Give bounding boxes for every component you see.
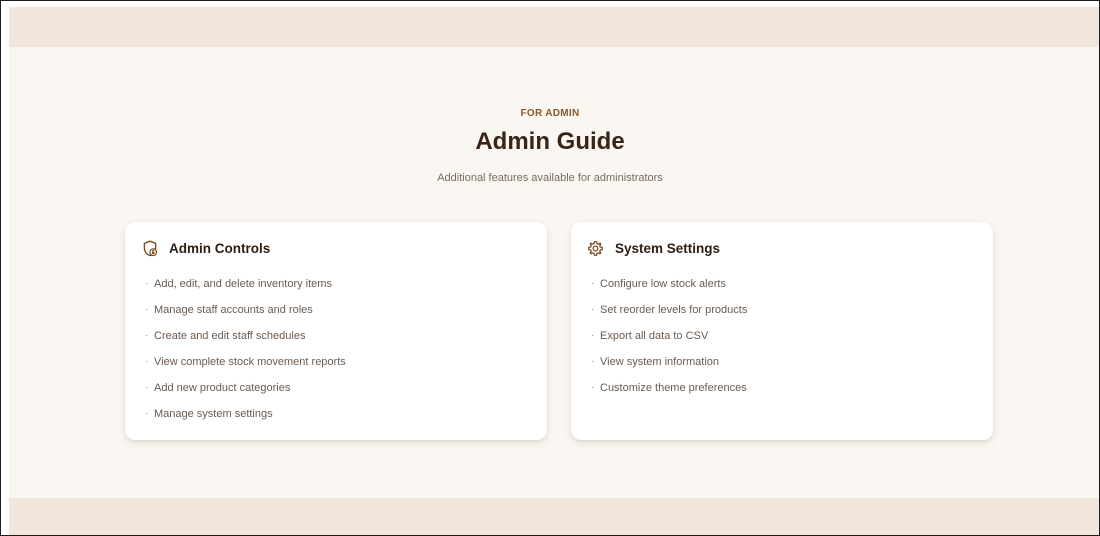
list-item-text: Customize theme preferences [600,382,747,394]
admin-controls-card: Admin Controls · Add, edit, and delete in… [125,222,547,440]
bullet-icon: · [145,382,149,393]
list-item: · Add, edit, and delete inventory items [145,275,346,301]
list-item: · Set reorder levels for products [591,301,747,327]
list-item: · Manage system settings [145,405,346,431]
system-settings-card: System Settings · Configure low stock ale… [571,222,993,440]
bullet-icon: · [145,330,149,341]
list-item-text: Configure low stock alerts [600,278,726,290]
list-item: · Export all data to CSV [591,327,747,353]
section-subtitle: Additional features available for admini… [437,172,663,184]
card-header: Admin Controls [141,240,270,257]
list-item-text: Manage staff accounts and roles [154,304,313,316]
list-item-text: Create and edit staff schedules [154,330,306,342]
bullet-icon: · [145,356,149,367]
footer-band [9,498,1099,535]
bullet-icon: · [591,304,595,315]
list-item: · Add new product categories [145,379,346,405]
card-title: System Settings [615,241,721,256]
admin-controls-list: · Add, edit, and delete inventory items ·… [145,275,346,431]
list-item-text: Add new product categories [154,382,291,394]
list-item-text: Set reorder levels for products [600,304,748,316]
shield-lock-icon [141,240,158,257]
list-item-text: Manage system settings [154,408,273,420]
bullet-icon: · [145,304,149,315]
bullet-icon: · [145,278,149,289]
list-item-text: View complete stock movement reports [154,356,346,368]
list-item: · Manage staff accounts and roles [145,301,346,327]
list-item-text: Add, edit, and delete inventory items [154,278,332,290]
list-item: · Configure low stock alerts [591,275,747,301]
list-item-text: View system information [600,356,720,368]
bullet-icon: · [591,356,595,367]
list-item-text: Export all data to CSV [600,330,709,342]
bullet-icon: · [591,330,595,341]
gear-icon [587,240,604,257]
bullet-icon: · [591,382,595,393]
left-edge [1,1,9,535]
bullet-icon: · [145,408,149,419]
list-item: · View complete stock movement reports [145,353,346,379]
section-eyebrow: FOR ADMIN [520,108,580,119]
admin-guide-header: FOR ADMIN Admin Guide Additional feature… [1,107,1099,185]
card-title: Admin Controls [169,241,271,256]
card-header: System Settings [587,240,720,257]
page-frame: FOR ADMIN Admin Guide Additional feature… [0,0,1100,536]
system-settings-list: · Configure low stock alerts · Set reorder… [591,275,747,405]
list-item: · View system information [591,353,747,379]
list-item: · Customize theme preferences [591,379,747,405]
header-band [9,7,1099,47]
section-title: Admin Guide [475,128,625,155]
bullet-icon: · [591,278,595,289]
list-item: · Create and edit staff schedules [145,327,346,353]
